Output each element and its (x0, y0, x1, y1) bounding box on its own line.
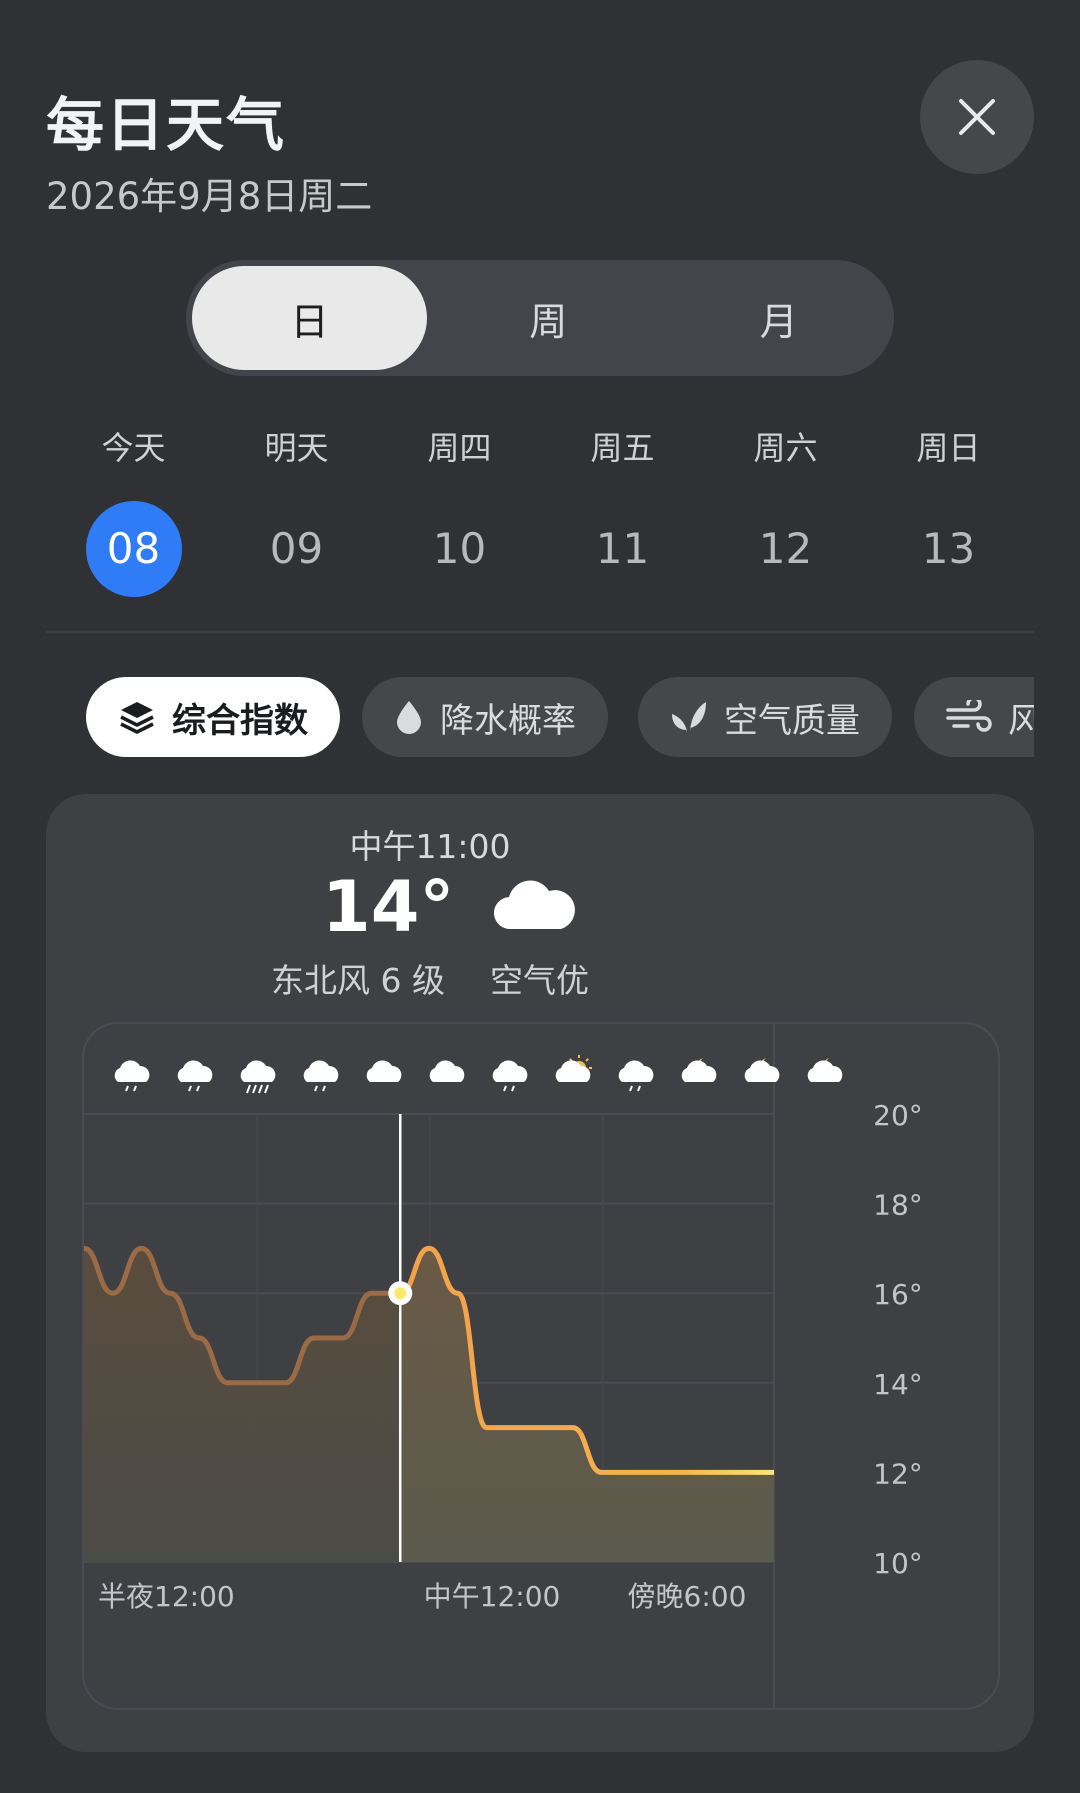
current-temperature-value: 14° (322, 866, 455, 948)
drop-icon (397, 701, 421, 734)
day-label: 周五 (590, 429, 655, 467)
y-tick-label: 12° (873, 1457, 923, 1490)
hourly-chart-card: 中午11:00 14° 东北风 6 级 空气优 20° 18° 16° 14° … (46, 794, 1034, 1752)
layers-icon (120, 702, 154, 734)
day-item[interactable]: 今天 08 (52, 423, 215, 597)
day-number: 10 (432, 524, 487, 573)
cloud-icon (493, 880, 575, 930)
temperature-chart[interactable]: 20° 18° 16° 14° 12° 10° 半夜12:00 中午12:00 傍晚6:00 (82, 1022, 1000, 1710)
selected-time: 中午11:00 (349, 827, 511, 866)
day-label: 今天 (101, 429, 166, 467)
rain-light-icon (177, 1060, 213, 1092)
x-tick-label: 傍晚6:00 (628, 1580, 747, 1613)
day-selector: 今天 08 明天 09 周四 10 周五 11 周六 12 周日 13 (52, 423, 1032, 597)
rain-light-icon (618, 1060, 654, 1092)
rain-light-icon (114, 1060, 150, 1092)
page-title: 每日天气 (46, 91, 287, 159)
segment-month[interactable]: 月 (664, 260, 894, 376)
chip-label: 空气质量 (724, 700, 860, 741)
period-segmented-control: 日 周 月 (186, 260, 894, 376)
current-temperature: 14° (322, 866, 577, 948)
x-tick-label: 中午12:00 (424, 1580, 561, 1613)
day-number: 13 (921, 524, 976, 573)
y-tick-label: 14° (873, 1368, 923, 1401)
date-subtitle: 2026年9月8日周二 (46, 175, 373, 218)
temperature-chart-svg: 20° 18° 16° 14° 12° 10° 半夜12:00 中午12:00 傍晚6:00 (84, 1024, 923, 1708)
chip-wind[interactable]: 风 (914, 677, 1034, 757)
day-number-selected: 08 (85, 501, 182, 597)
day-label: 周六 (753, 429, 818, 467)
day-number: 09 (269, 524, 324, 573)
wind-air-line: 东北风 6 级 空气优 (46, 954, 814, 1002)
close-button[interactable] (920, 60, 1034, 174)
rain-heavy-icon (240, 1060, 276, 1094)
day-item[interactable]: 周五 11 (541, 423, 704, 597)
x-tick-label: 半夜12:00 (98, 1580, 235, 1613)
chip-composite-index[interactable]: 综合指数 (86, 677, 340, 757)
cloud-icon (366, 1060, 402, 1082)
chip-label: 综合指数 (172, 700, 308, 741)
day-item[interactable]: 周四 10 (378, 423, 541, 597)
day-item[interactable]: 明天 09 (215, 423, 378, 597)
day-item[interactable]: 周六 12 (704, 423, 867, 597)
rain-light-icon (303, 1060, 339, 1092)
chip-label: 风 (1008, 700, 1034, 741)
rain-light-icon (492, 1060, 528, 1092)
day-label: 明天 (264, 429, 329, 467)
chip-air-quality[interactable]: 空气质量 (638, 677, 892, 757)
y-tick-label: 10° (873, 1547, 923, 1580)
day-item[interactable]: 周日 13 (867, 423, 1030, 597)
day-label: 周日 (916, 429, 981, 467)
chip-label: 降水概率 (440, 700, 576, 741)
day-number: 11 (595, 524, 650, 573)
sun-cloud-icon (555, 1055, 592, 1082)
wind-icon (946, 700, 992, 732)
leaf-icon (672, 702, 706, 734)
moon-cloud-icon (807, 1058, 843, 1082)
air-quality-text: 空气优 (489, 961, 589, 1000)
cloud-icon (429, 1060, 465, 1082)
y-tick-label: 18° (873, 1189, 923, 1222)
chip-precipitation[interactable]: 降水概率 (362, 677, 608, 757)
weather-sheet: 每日天气 2026年9月8日周二 日 周 月 今天 08 明天 09 周四 10… (0, 8, 1080, 1793)
segment-week[interactable]: 周 (433, 260, 663, 376)
day-label: 周四 (427, 429, 492, 467)
segment-day[interactable]: 日 (192, 266, 428, 370)
temperature-area-past (84, 1248, 401, 1562)
index-chip-bar[interactable]: 综合指数 降水概率 空气质量 风 (86, 677, 1034, 759)
divider (46, 631, 1034, 633)
y-tick-label: 16° (873, 1278, 923, 1311)
wind-text: 东北风 6 级 (271, 961, 445, 1000)
day-number: 12 (758, 524, 813, 573)
moon-cloud-icon (681, 1058, 717, 1082)
close-icon (959, 99, 995, 135)
y-tick-label: 20° (873, 1099, 923, 1132)
current-point-center (394, 1287, 407, 1300)
